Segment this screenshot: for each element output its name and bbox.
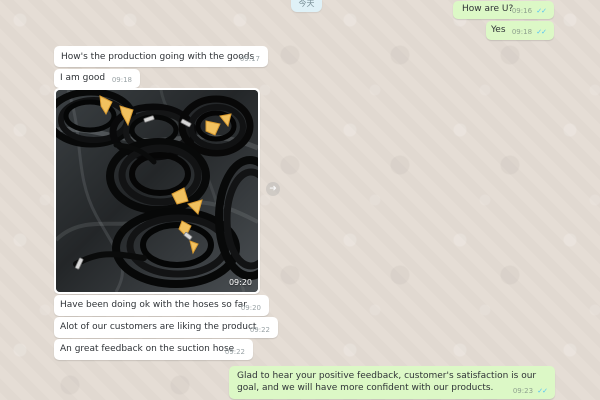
message-time: 09:16 xyxy=(511,6,533,15)
message-time: 09:17 xyxy=(239,54,260,63)
read-receipt-icon: ✓✓ xyxy=(537,386,548,395)
outgoing-message-3[interactable]: Glad to hear your positive feedback, cus… xyxy=(229,366,555,399)
message-meta: 09:16 ✓✓ xyxy=(511,6,547,16)
incoming-message-3[interactable]: Have been doing ok with the hoses so far… xyxy=(54,295,269,316)
message-meta: 09:18 ✓✓ xyxy=(511,27,547,37)
read-receipt-icon: ✓✓ xyxy=(536,6,547,15)
incoming-message-4[interactable]: Alot of our customers are liking the pro… xyxy=(54,317,278,338)
message-meta: 09:22 xyxy=(250,326,270,335)
message-meta: 09:17 xyxy=(240,55,260,64)
incoming-message-2[interactable]: I am good 09:18 xyxy=(54,69,140,88)
message-text: How's the production going with the good… xyxy=(61,52,255,62)
image-message[interactable]: 09:20 xyxy=(54,88,260,294)
message-time: 09:22 xyxy=(224,347,245,356)
message-time: 09:18 xyxy=(111,75,132,84)
image-frame[interactable] xyxy=(56,90,258,292)
date-chip: 今天 xyxy=(291,0,322,12)
message-meta: 09:20 xyxy=(241,304,261,313)
incoming-message-5[interactable]: An great feedback on the suction hose 09… xyxy=(54,339,253,360)
message-text: Glad to hear your positive feedback, cus… xyxy=(237,371,537,394)
message-meta: 09:18 xyxy=(112,76,132,85)
message-text: An great feedback on the suction hose xyxy=(60,344,235,354)
message-time: 09:18 xyxy=(511,27,533,36)
message-time: 09:22 xyxy=(249,325,270,334)
chat-area: 今天 How are U? 09:16 ✓✓ Yes 09:18 ✓✓ How'… xyxy=(0,0,600,400)
image-time: 09:20 xyxy=(228,278,252,287)
share-arrow-icon: ➜ xyxy=(269,184,277,194)
message-time: 09:20 xyxy=(240,303,261,312)
incoming-message-1[interactable]: How's the production going with the good… xyxy=(54,46,268,67)
message-meta: 09:23 ✓✓ xyxy=(512,386,548,396)
forward-button[interactable]: ➜ xyxy=(266,182,280,196)
message-time: 09:23 xyxy=(512,386,534,395)
outgoing-message-2[interactable]: Yes 09:18 ✓✓ xyxy=(486,21,554,40)
message-text: Alot of our customers are liking the pro… xyxy=(60,322,257,332)
hoses-photo xyxy=(56,90,258,292)
message-text: Have been doing ok with the hoses so far xyxy=(60,300,247,310)
message-meta: 09:22 xyxy=(225,348,245,357)
read-receipt-icon: ✓✓ xyxy=(536,27,547,36)
outgoing-message-1[interactable]: How are U? 09:16 ✓✓ xyxy=(453,1,554,19)
